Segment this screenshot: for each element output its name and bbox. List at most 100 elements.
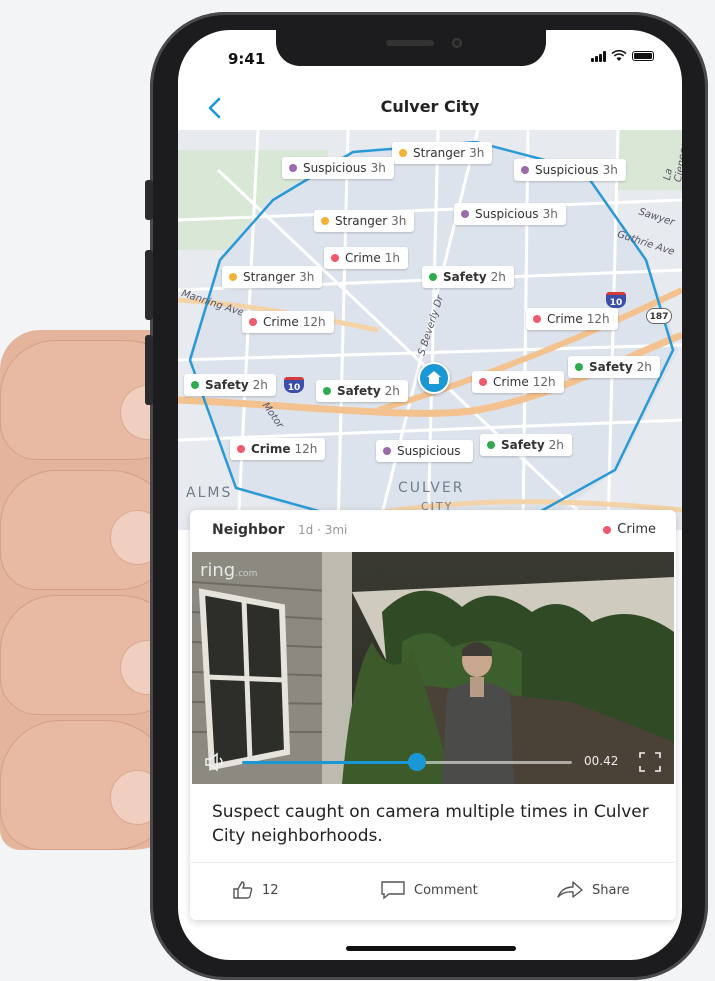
phone-volume-down: [145, 335, 153, 405]
video-scrubber-handle[interactable]: [407, 753, 426, 771]
volume-icon[interactable]: [204, 752, 228, 772]
phone-screen: 9:41 Culver City 10 10 187 S Beverly Dr …: [178, 30, 682, 960]
earpiece-speaker: [386, 40, 434, 46]
post-card[interactable]: Neighbor 1d · 3mi Crime ring.com 00.42 S…: [190, 510, 676, 920]
ring-brand-text: .com: [235, 569, 258, 579]
like-button[interactable]: 12: [232, 880, 279, 900]
incident-age: 3h: [469, 146, 485, 160]
incident-chip-suspicious[interactable]: Suspicious 3h: [514, 159, 626, 181]
incident-category: Safety: [589, 360, 633, 374]
post-author: Neighbor: [212, 522, 285, 538]
incident-chip-suspicious[interactable]: Suspicious 3h: [282, 157, 394, 179]
incident-chip-crime[interactable]: Crime 12h: [526, 308, 618, 330]
incident-chip-safety[interactable]: Safety 2h: [316, 380, 408, 402]
incident-age: 3h: [391, 214, 407, 228]
home-icon: [427, 371, 441, 384]
incident-chip-crime[interactable]: Crime 12h: [472, 371, 564, 393]
status-dot-icon: [533, 315, 541, 323]
status-dot-icon: [399, 149, 407, 157]
incident-chip-suspicious[interactable]: Suspicious: [376, 440, 473, 462]
incident-age: 2h: [384, 384, 400, 398]
incident-category: Crime: [493, 375, 529, 389]
incident-age: 12h: [294, 442, 318, 456]
incident-age: 3h: [370, 161, 386, 175]
wifi-icon: [611, 50, 627, 61]
incident-chip-stranger[interactable]: Stranger 3h: [392, 142, 493, 164]
incident-age: 3h: [602, 163, 618, 177]
comment-button[interactable]: Comment: [380, 880, 478, 900]
incident-chip-stranger[interactable]: Stranger 3h: [314, 210, 415, 232]
incident-category: Crime: [547, 312, 583, 326]
front-camera: [452, 38, 462, 48]
comment-bubble-icon: [381, 881, 405, 900]
incident-category: Suspicious: [535, 163, 599, 177]
status-dot-icon: [487, 441, 495, 449]
status-dot-icon: [323, 387, 331, 395]
comment-label: Comment: [414, 882, 478, 898]
interstate-10-shield: 10: [606, 292, 626, 308]
map-area-label: ALMS: [186, 485, 233, 501]
video-progress-bar[interactable]: [242, 753, 572, 771]
incident-age: 2h: [636, 360, 652, 374]
status-dot-icon: [429, 273, 437, 281]
phone-mute-switch: [145, 180, 153, 220]
incident-category: Stranger: [413, 146, 466, 160]
incident-age: 12h: [532, 375, 556, 389]
phone-notch: [276, 30, 546, 66]
incident-age: 3h: [542, 207, 558, 221]
incident-chip-crime[interactable]: Crime 1h: [324, 247, 408, 269]
video-player[interactable]: ring.com 00.42: [192, 552, 674, 784]
neighborhood-map[interactable]: 10 10 187 S Beverly Dr Manning Ave Sawye…: [178, 130, 682, 530]
status-dot-icon: [249, 318, 257, 326]
incident-age: 3h: [299, 270, 315, 284]
share-button[interactable]: Share: [556, 880, 630, 900]
incident-chip-safety[interactable]: Safety 2h: [422, 266, 514, 288]
status-icons: [591, 50, 654, 62]
signal-icon: [591, 50, 606, 62]
like-count: 12: [262, 882, 279, 898]
ring-brand-text: ring: [200, 560, 236, 581]
incident-category: Stranger: [335, 214, 388, 228]
status-dot-icon: [383, 447, 391, 455]
incident-chip-stranger[interactable]: Stranger 3h: [222, 266, 323, 288]
incident-chip-safety[interactable]: Safety 2h: [568, 356, 660, 378]
incident-age: 12h: [302, 315, 326, 329]
status-dot-icon: [229, 273, 237, 281]
nav-title: Culver City: [380, 97, 480, 116]
incident-chip-crime[interactable]: Crime 12h: [242, 311, 334, 333]
incident-category: Crime: [345, 251, 381, 265]
nav-bar: Culver City: [178, 85, 682, 133]
post-meta: 1d · 3mi: [298, 523, 348, 537]
post-caption: Suspect caught on camera multiple times …: [212, 802, 649, 846]
stage: 9:41 Culver City 10 10 187 S Beverly Dr …: [0, 0, 715, 981]
incident-age: 1h: [384, 251, 400, 265]
incident-chip-safety[interactable]: Safety 2h: [184, 374, 276, 396]
status-dot-icon: [289, 164, 297, 172]
video-timestamp: 00.42: [584, 754, 619, 768]
incident-category: Suspicious: [475, 207, 539, 221]
incident-category: Suspicious: [303, 161, 367, 175]
post-category-tag: Crime: [603, 522, 656, 537]
incident-category: Safety: [443, 270, 487, 284]
fullscreen-icon[interactable]: [638, 751, 662, 773]
incident-chip-crime[interactable]: Crime 12h: [230, 438, 326, 460]
route-187-shield: 187: [646, 308, 672, 324]
video-controls: 00.42: [192, 740, 674, 784]
status-dot-icon: [461, 210, 469, 218]
incident-chip-suspicious[interactable]: Suspicious 3h: [454, 203, 566, 225]
incident-category: Crime: [251, 442, 291, 456]
incident-category: Safety: [501, 438, 545, 452]
phone-volume-up: [145, 250, 153, 320]
map-area-label: CULVER: [398, 480, 465, 496]
home-indicator[interactable]: [346, 946, 516, 951]
status-dot-icon: [575, 363, 583, 371]
thumbs-up-icon: [233, 881, 253, 899]
post-actions: 12 Comment Share: [190, 862, 676, 920]
incident-chip-safety[interactable]: Safety 2h: [480, 434, 572, 456]
home-location-pin[interactable]: [418, 362, 450, 394]
status-dot-icon: [237, 445, 245, 453]
share-label: Share: [592, 882, 630, 898]
share-arrow-icon: [557, 881, 583, 898]
status-dot-icon: [479, 378, 487, 386]
status-time: 9:41: [228, 50, 266, 68]
